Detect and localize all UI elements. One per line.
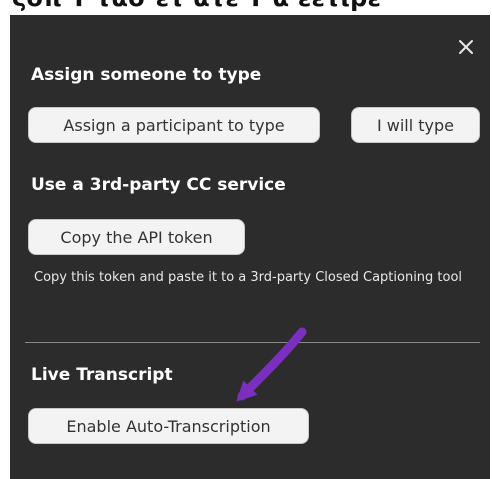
close-button[interactable] xyxy=(454,35,478,59)
enable-auto-transcription-button[interactable]: Enable Auto-Transcription xyxy=(28,408,309,444)
api-token-description: Copy this token and paste it to a 3rd-pa… xyxy=(34,270,463,285)
screenshot-page: ζοπ Τ τασ ετ ατε Τ α εετιρε Assign someo… xyxy=(0,0,492,479)
i-will-type-button[interactable]: I will type xyxy=(351,107,480,143)
section-divider xyxy=(25,342,480,343)
assign-participant-button[interactable]: Assign a participant to type xyxy=(28,107,320,143)
copy-api-token-button[interactable]: Copy the API token xyxy=(28,219,245,255)
closed-caption-panel: Assign someone to type Assign a particip… xyxy=(10,15,490,479)
live-transcript-heading: Live Transcript xyxy=(31,365,173,385)
third-party-cc-heading: Use a 3rd-party CC service xyxy=(31,175,286,195)
close-icon xyxy=(459,40,473,54)
clipped-top-heading: ζοπ Τ τασ ετ ατε Τ α εετιρε xyxy=(12,0,381,12)
assign-someone-heading: Assign someone to type xyxy=(31,65,262,85)
